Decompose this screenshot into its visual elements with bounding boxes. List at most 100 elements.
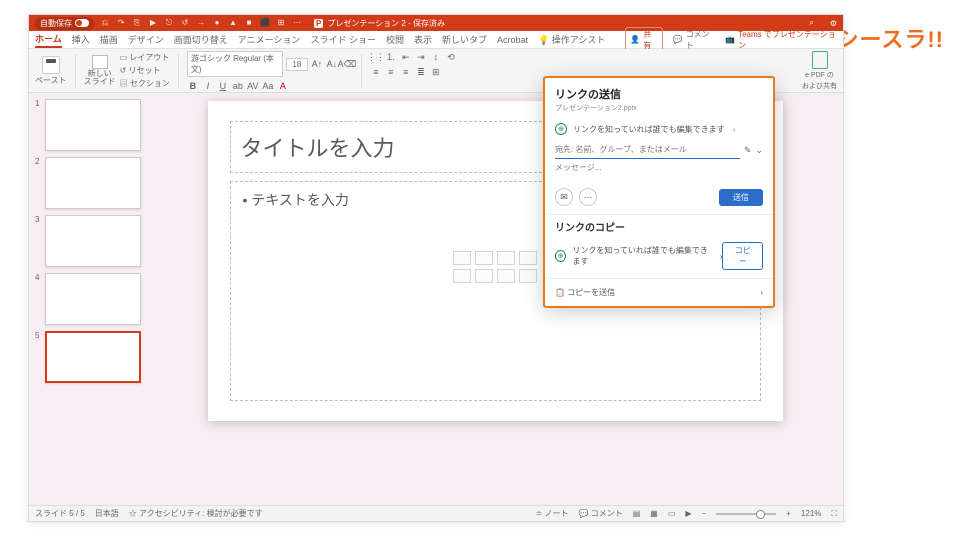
layout-button[interactable]: ▭ レイアウト bbox=[120, 52, 170, 63]
more-icon[interactable]: ⋯ bbox=[579, 188, 597, 206]
zoom-in-icon[interactable]: + bbox=[786, 509, 791, 518]
insert-icon-icon[interactable] bbox=[519, 269, 537, 283]
tab-view[interactable]: 表示 bbox=[414, 33, 432, 46]
qat-icon[interactable]: ⎌ bbox=[100, 18, 110, 28]
thumb-number: 5 bbox=[35, 331, 41, 383]
font-size[interactable]: 18 bbox=[286, 58, 308, 71]
comments-button[interactable]: 💬 コメント bbox=[673, 29, 715, 51]
thumbnail[interactable] bbox=[45, 215, 141, 267]
text-direction-icon[interactable]: ⟲ bbox=[445, 51, 457, 63]
comments-toggle[interactable]: 💬 コメント bbox=[579, 508, 623, 519]
bullets-icon[interactable]: ⋮⋮ bbox=[370, 51, 382, 63]
insert-3d-icon[interactable] bbox=[519, 251, 537, 265]
insert-chart-icon[interactable] bbox=[475, 251, 493, 265]
clear-format-icon[interactable]: A⌫ bbox=[341, 58, 353, 70]
reset-button[interactable]: ↺ リセット bbox=[120, 65, 161, 76]
copy-button[interactable]: コピー bbox=[722, 242, 763, 270]
view-slideshow-icon[interactable]: ▶ bbox=[685, 509, 691, 518]
zoom-slider[interactable] bbox=[716, 513, 776, 515]
qat-icon[interactable]: ⋯ bbox=[292, 18, 302, 28]
highlight-icon[interactable]: Aa bbox=[262, 80, 274, 92]
align-right-icon[interactable]: ≡ bbox=[400, 66, 412, 78]
accessibility-status[interactable]: ☆ アクセシビリティ: 検討が必要です bbox=[129, 508, 263, 519]
autosave-switch[interactable] bbox=[75, 19, 89, 27]
indent-left-icon[interactable]: ⇤ bbox=[400, 51, 412, 63]
recipients-input[interactable] bbox=[555, 141, 740, 159]
qat-icon[interactable]: ⎋ bbox=[164, 18, 174, 28]
tab-new[interactable]: 新しいタブ bbox=[442, 33, 487, 46]
brand-logo: シースラ!! bbox=[836, 22, 944, 54]
italic-icon[interactable]: I bbox=[202, 80, 214, 92]
qat-icon[interactable]: ● bbox=[212, 18, 222, 28]
tab-acrobat[interactable]: Acrobat bbox=[497, 35, 528, 45]
insert-table-icon[interactable] bbox=[453, 251, 471, 265]
notes-toggle[interactable]: ≐ ノート bbox=[536, 508, 569, 519]
tab-home[interactable]: ホーム bbox=[35, 32, 62, 48]
view-normal-icon[interactable]: ▤ bbox=[633, 509, 641, 518]
send-copy-row[interactable]: 📋 コピーを送信 › bbox=[545, 278, 773, 306]
tab-insert[interactable]: 挿入 bbox=[72, 33, 90, 46]
qat-icon[interactable]: → bbox=[196, 18, 206, 28]
insert-video-icon[interactable] bbox=[497, 269, 515, 283]
spacing-icon[interactable]: AV bbox=[247, 80, 259, 92]
thumbnail[interactable] bbox=[45, 273, 141, 325]
zoom-value[interactable]: 121% bbox=[801, 509, 821, 518]
chevron-down-icon[interactable]: ⌄ bbox=[755, 145, 763, 156]
thumbnail-selected[interactable] bbox=[45, 331, 141, 383]
tab-review[interactable]: 校閲 bbox=[386, 33, 404, 46]
numbering-icon[interactable]: 1. bbox=[385, 51, 397, 63]
indent-right-icon[interactable]: ⇥ bbox=[415, 51, 427, 63]
qat-icon[interactable]: ▶ bbox=[148, 18, 158, 28]
decrease-font-icon[interactable]: A↓ bbox=[326, 58, 338, 70]
qat-icon[interactable]: ↺ bbox=[180, 18, 190, 28]
view-reading-icon[interactable]: ▭ bbox=[668, 509, 676, 518]
section-button[interactable]: ▤ セクション bbox=[120, 78, 170, 89]
strike-icon[interactable]: ab bbox=[232, 80, 244, 92]
qat-icon[interactable]: ■ bbox=[244, 18, 254, 28]
zoom-out-icon[interactable]: − bbox=[702, 509, 707, 518]
align-center-icon[interactable]: ≡ bbox=[385, 66, 397, 78]
tab-animations[interactable]: アニメーション bbox=[238, 33, 301, 46]
tell-me[interactable]: 💡 操作アシスト bbox=[538, 33, 605, 46]
new-slide-button[interactable]: 新しい スライド bbox=[84, 55, 116, 86]
fit-to-window-icon[interactable]: ⛶ bbox=[831, 509, 837, 519]
font-selector[interactable]: 游ゴシック Regular (本文) bbox=[187, 51, 283, 77]
copy-link-permission[interactable]: ⊕ リンクを知っていれば誰でも編集できます › bbox=[555, 245, 722, 267]
search-icon[interactable]: ⌕ bbox=[809, 18, 813, 28]
increase-font-icon[interactable]: A↑ bbox=[311, 58, 323, 70]
thumbnail[interactable] bbox=[45, 99, 141, 151]
autosave-toggle[interactable]: 自動保存 bbox=[35, 17, 94, 30]
tab-design[interactable]: デザイン bbox=[128, 33, 164, 46]
send-button[interactable]: 送信 bbox=[719, 189, 763, 206]
message-input[interactable] bbox=[555, 159, 763, 176]
line-spacing-icon[interactable]: ↕ bbox=[430, 51, 442, 63]
link-permission[interactable]: ⊕ リンクを知っていれば誰でも編集できます › bbox=[555, 123, 763, 135]
paste-button[interactable]: ペースト bbox=[35, 56, 67, 86]
insert-picture-icon[interactable] bbox=[453, 269, 471, 283]
insert-smartart-icon[interactable] bbox=[497, 251, 515, 265]
outlook-icon[interactable]: ✉ bbox=[555, 188, 573, 206]
tab-slideshow[interactable]: スライド ショー bbox=[310, 33, 376, 46]
tab-draw[interactable]: 描画 bbox=[100, 33, 118, 46]
bold-icon[interactable]: B bbox=[187, 80, 199, 92]
thumbnail[interactable] bbox=[45, 157, 141, 209]
qat-icon[interactable]: ⬛ bbox=[260, 18, 270, 28]
language[interactable]: 日本語 bbox=[95, 508, 119, 519]
tab-transitions[interactable]: 画面切り替え bbox=[174, 33, 228, 46]
qat-icon[interactable]: ▲ bbox=[228, 18, 238, 28]
settings-icon[interactable]: ⚙ bbox=[830, 19, 837, 28]
font-color-icon[interactable]: A bbox=[277, 80, 289, 92]
align-left-icon[interactable]: ≡ bbox=[370, 66, 382, 78]
view-sorter-icon[interactable]: ▦ bbox=[650, 509, 658, 518]
columns-icon[interactable]: ⊞ bbox=[430, 66, 442, 78]
justify-icon[interactable]: ≣ bbox=[415, 66, 427, 78]
insert-online-picture-icon[interactable] bbox=[475, 269, 493, 283]
underline-icon[interactable]: U bbox=[217, 80, 229, 92]
qat-icon[interactable]: ↷ bbox=[116, 18, 126, 28]
edit-icon[interactable]: ✎ bbox=[744, 145, 752, 156]
qat-icon[interactable]: ⎘ bbox=[132, 18, 142, 28]
teams-present-button[interactable]: 📺 Teams でプレゼンテーション bbox=[725, 29, 837, 51]
qat-icon[interactable]: ⊞ bbox=[276, 18, 286, 28]
content-placeholder-icons[interactable] bbox=[453, 251, 537, 283]
pdf-export[interactable]: e PDF の および共有 bbox=[802, 51, 837, 91]
